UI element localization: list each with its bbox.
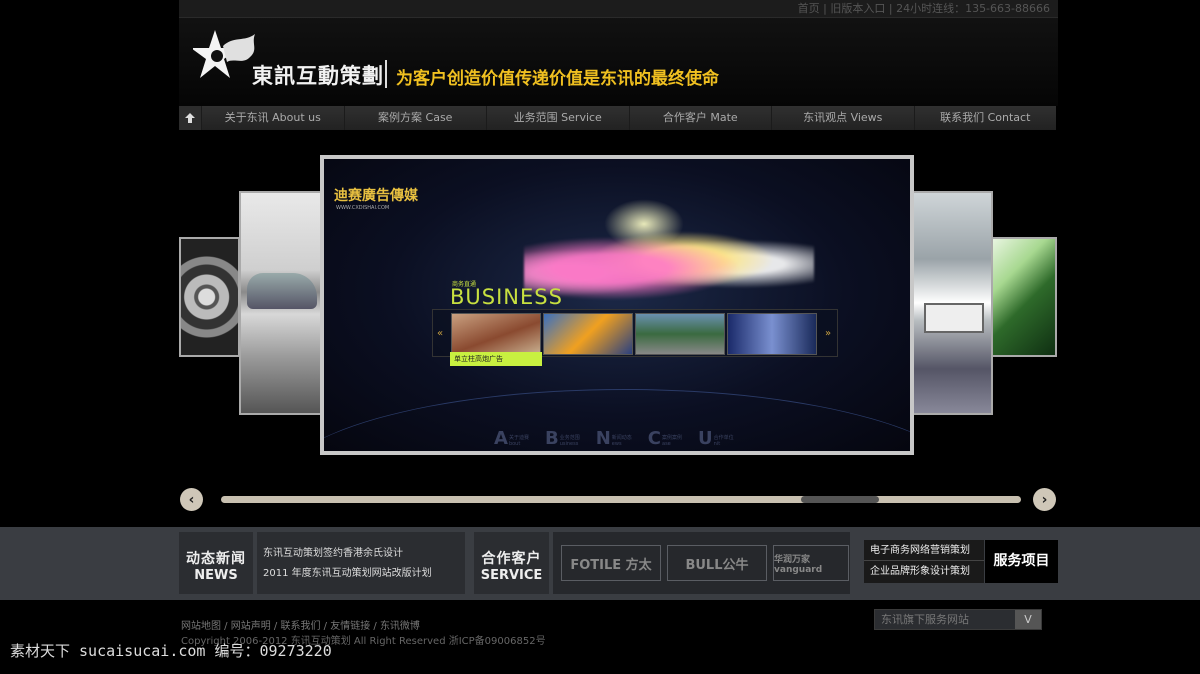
service-link[interactable]: 企业品牌形象设计策划 <box>864 561 984 582</box>
footer-link-statement[interactable]: 网站声明 <box>231 621 271 632</box>
slide-nav-en: bout <box>508 441 521 447</box>
footer-separator: / <box>320 621 331 632</box>
carousel-slide-kitchen[interactable] <box>912 191 993 415</box>
slide-nav-en: nit <box>713 441 721 447</box>
carousel-slide-green[interactable] <box>991 237 1057 357</box>
news-badge: 动态新闻 NEWS <box>179 532 253 594</box>
footer-link-friends[interactable]: 友情链接 <box>330 621 370 632</box>
service-link[interactable]: 电子商务网络营销策划 <box>864 540 984 561</box>
nav-item-about[interactable]: 关于东讯 About us <box>202 106 344 130</box>
partner-bull[interactable]: BULL公牛 <box>667 545 767 581</box>
footer-link-weibo[interactable]: 东讯微博 <box>380 621 420 632</box>
carousel-slide-wheel[interactable] <box>179 237 240 357</box>
thumb-skyscraper[interactable] <box>727 313 817 355</box>
partner-vanguard[interactable]: 华润万家 vanguard <box>773 545 849 581</box>
carousel-next-button[interactable]: › <box>1033 488 1056 511</box>
slide-nav-en: usiness <box>559 441 579 447</box>
slide-nav-about[interactable]: A 关于迪赛 bout <box>494 428 529 449</box>
footer-links: 网站地图 / 网站声明 / 联系我们 / 友情链接 / 东讯微博 <box>181 617 420 632</box>
footer-link-sitemap[interactable]: 网站地图 <box>181 621 221 632</box>
car-image <box>247 273 317 309</box>
slide-bottom-nav: A 关于迪赛 bout B 业务范围 usiness N 新闻动态 ews C 案例案… <box>494 428 734 449</box>
slide-nav-news[interactable]: N 新闻动态 ews <box>595 428 632 449</box>
slide-nav-business[interactable]: B 业务范围 usiness <box>544 428 580 449</box>
sites-select[interactable]: 东讯旗下服务网站 V <box>874 609 1042 630</box>
nav-item-service[interactable]: 业务范围 Service <box>487 106 629 130</box>
business-title: BUSINESS <box>450 285 563 309</box>
top-links-bar[interactable]: 首页 | 旧版本入口 | 24小时连线：135-663-88666 <box>179 0 1058 18</box>
carousel-prev-button[interactable]: ‹ <box>180 488 203 511</box>
sites-select-label: 东讯旗下服务网站 <box>881 613 969 626</box>
nav-item-contact[interactable]: 联系我们 Contact <box>914 106 1056 130</box>
slide-nav-case[interactable]: C 案例案例 ase <box>647 428 682 449</box>
footer-separator: / <box>221 621 231 632</box>
carousel-slide-car[interactable] <box>239 191 322 415</box>
thumb-next-button[interactable]: » <box>825 328 831 339</box>
stove-image <box>924 303 984 333</box>
chevron-down-icon[interactable]: V <box>1015 610 1041 629</box>
thumbnail-strip: « » <box>432 309 838 357</box>
slide-brand: 迪赛廣告傳媒 <box>334 188 418 204</box>
news-list: 东讯互动策划签约香港余氏设计 2011 年度东讯互动策划网站改版计划 <box>257 532 465 594</box>
service-title-en: SERVICE <box>480 568 543 583</box>
news-item[interactable]: 2011 年度东讯互动策划网站改版计划 <box>263 564 459 584</box>
slide-nav-letter: C <box>647 428 662 449</box>
footer-link-contact[interactable]: 联系我们 <box>280 621 320 632</box>
slide-nav-letter: A <box>494 428 508 449</box>
service-title-cn: 合作客户 <box>481 551 542 567</box>
thumb-interchange[interactable] <box>635 313 725 355</box>
slide-nav-letter: N <box>595 428 611 449</box>
nav-item-mate[interactable]: 合作客户 Mate <box>629 106 771 130</box>
footer-separator: / <box>270 621 281 632</box>
footer-separator: / <box>370 621 380 632</box>
thumb-prev-button[interactable]: « <box>437 328 443 339</box>
news-title-cn: 动态新闻 <box>186 551 246 567</box>
slide-nav-letter: U <box>698 428 713 449</box>
color-cloud-image <box>524 219 814 309</box>
main-nav: 关于东讯 About us 案例方案 Case 业务范围 Service 合作客… <box>179 106 1056 130</box>
thumb-billboard[interactable] <box>451 313 541 355</box>
thumb-caption: 单立柱高炮广告 <box>450 352 542 366</box>
carousel-slide-main[interactable]: 迪赛廣告傳媒 WWW.CXDISHAI.COM 商务直通 BUSINESS « … <box>320 155 914 455</box>
brand-name: 東訊互動策劃 <box>252 63 384 88</box>
news-item[interactable]: 东讯互动策划签约香港余氏设计 <box>263 544 459 564</box>
slide-nav-letter: B <box>544 428 559 449</box>
home-icon[interactable] <box>179 106 201 130</box>
partner-logos: FOTILE 方太 BULL公牛 华润万家 vanguard <box>553 532 850 594</box>
news-title-en: NEWS <box>194 568 238 583</box>
slogan: 为客户创造价值传递价值是东讯的最终使命 <box>396 69 719 89</box>
carousel-scroll-thumb[interactable] <box>801 496 879 503</box>
carousel-scroll-track[interactable] <box>221 496 1021 503</box>
nav-item-case[interactable]: 案例方案 Case <box>344 106 486 130</box>
nav-item-views[interactable]: 东讯观点 Views <box>772 106 914 130</box>
slide-nav-unit[interactable]: U 合作单位 nit <box>698 428 734 449</box>
services-title: 服务项目 <box>985 540 1058 583</box>
slide-url: WWW.CXDISHAI.COM <box>336 205 390 211</box>
header-divider <box>385 60 387 88</box>
slide-nav-en: ews <box>611 441 622 447</box>
thumb-road-sign[interactable] <box>543 313 633 355</box>
watermark: 素材天下 sucaisucai.com 编号：09273220 <box>10 642 332 660</box>
top-links[interactable]: 首页 | 旧版本入口 | 24小时连线：135-663-88666 <box>798 2 1050 15</box>
partner-fotile[interactable]: FOTILE 方太 <box>561 545 661 581</box>
service-badge: 合作客户 SERVICE <box>474 532 549 594</box>
slide-nav-en: ase <box>662 441 671 447</box>
service-links: 电子商务网络营销策划 企业品牌形象设计策划 <box>864 540 984 583</box>
